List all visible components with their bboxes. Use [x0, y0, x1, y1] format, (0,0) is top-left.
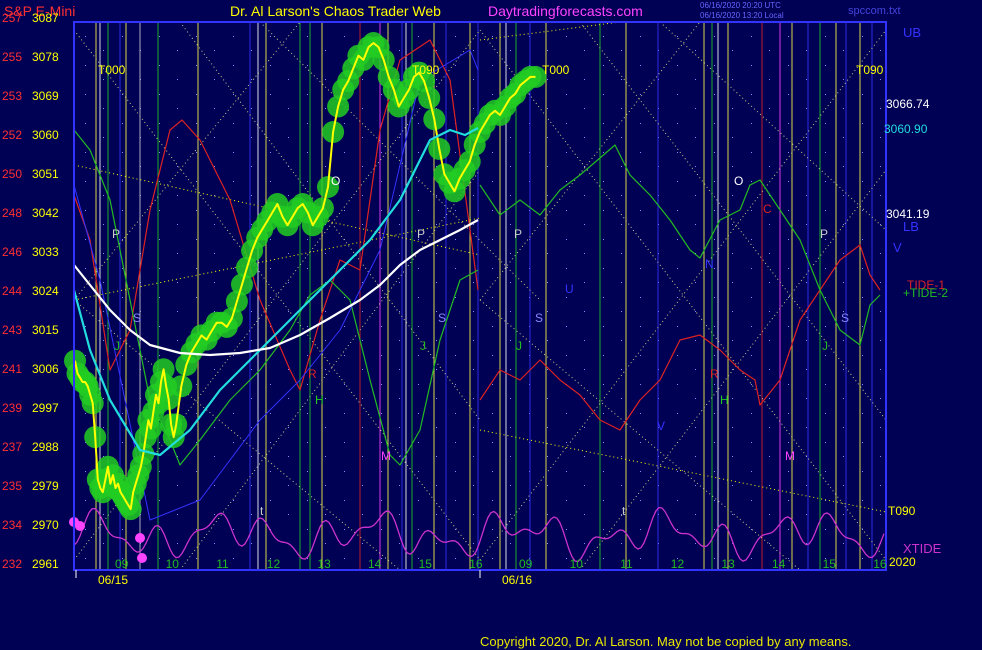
left-axis-secondary-tick: 248 — [2, 206, 22, 220]
v-label: V — [893, 240, 902, 255]
left-axis-price-tick: 3060 — [32, 128, 59, 142]
s-label-1: S — [133, 311, 141, 325]
hour-tick: 12 — [671, 557, 685, 571]
level-3060: 3060.90 — [884, 122, 928, 136]
left-axis-secondary-tick: 244 — [2, 284, 22, 298]
v-label-mid: V — [657, 419, 665, 433]
timestamp-local: 06/16/2020 13:20 Local — [700, 11, 784, 20]
year-label: 2020 — [889, 555, 916, 569]
left-axis-secondary-tick: 252 — [2, 128, 22, 142]
left-axis-secondary-tick: 237 — [2, 440, 22, 454]
left-axis-price-tick: 3006 — [32, 362, 59, 376]
left-axis-price-tick: 3042 — [32, 206, 59, 220]
hour-tick: 16 — [469, 557, 483, 571]
p-label-3: P — [514, 227, 522, 241]
left-axis-secondary-tick: 235 — [2, 479, 22, 493]
hour-tick: 12 — [267, 557, 281, 571]
marker-dot — [135, 533, 145, 543]
j-label-3: J — [516, 339, 522, 353]
t090-label: T090 — [888, 504, 916, 518]
left-axis-price-tick: 2979 — [32, 479, 59, 493]
left-axis-secondary-tick: 241 — [2, 362, 22, 376]
u-label: U — [565, 282, 574, 296]
date-label-1: 06/15 — [98, 573, 128, 587]
hour-tick: 09 — [519, 557, 533, 571]
t090-label-1: T090 — [412, 63, 440, 77]
timestamp-utc: 06/16/2020 20:20 UTC — [700, 1, 781, 10]
r-label-2: R — [710, 367, 719, 381]
h-label-1: H — [315, 393, 324, 407]
left-axis: 257 3087 255 3078 253 3069 252 3060 250 3051 248 30… — [2, 11, 59, 571]
hour-tick: 10 — [570, 557, 584, 571]
hour-tick: 16 — [873, 557, 887, 571]
hour-tick: 15 — [823, 557, 837, 571]
left-axis-secondary-tick: 239 — [2, 401, 22, 415]
left-axis-price-tick: 3024 — [32, 284, 59, 298]
s-label-3: S — [535, 311, 543, 325]
marker-dot — [137, 553, 147, 563]
o-label-2: O — [734, 174, 743, 188]
hour-tick: 15 — [419, 557, 433, 571]
date-label-2: 06/16 — [502, 573, 532, 587]
left-axis-secondary-tick: 246 — [2, 245, 22, 259]
hour-tick: 13 — [721, 557, 735, 571]
p-label-2: P — [417, 227, 425, 241]
left-axis-price-tick: 3069 — [32, 89, 59, 103]
h-label-2: H — [720, 393, 729, 407]
left-axis-price-tick: 3087 — [32, 11, 59, 25]
left-axis-price-tick: 2988 — [32, 440, 59, 454]
left-axis-price-tick: 2961 — [32, 557, 59, 571]
p-label-4: P — [820, 227, 828, 241]
hour-tick: 11 — [216, 557, 229, 571]
copyright-notice: Copyright 2020, Dr. Al Larson. May not b… — [480, 634, 852, 649]
t000-label-1: T000 — [98, 63, 126, 77]
left-axis-secondary-tick: 232 — [2, 557, 22, 571]
j-label-2: J — [420, 339, 426, 353]
data-file: spccom.txt — [848, 5, 901, 17]
xtide-label: XTIDE — [903, 541, 942, 556]
m-label-2: M — [785, 449, 795, 463]
t000-label-2: T000 — [542, 63, 570, 77]
j-label-4: J — [822, 339, 828, 353]
star-dots — [74, 22, 886, 570]
j-label-1: J — [114, 339, 120, 353]
left-axis-secondary-tick: 255 — [2, 50, 22, 64]
marker-dot — [75, 521, 85, 531]
p-label-1: P — [112, 227, 120, 241]
left-axis-secondary-tick: 253 — [2, 89, 22, 103]
left-axis-price-tick: 3015 — [32, 323, 59, 337]
level-3066: 3066.74 — [886, 97, 930, 111]
s-label-2: S — [438, 311, 446, 325]
chart-title: Dr. Al Larson's Chaos Trader Web — [230, 3, 441, 19]
lb-label: LB — [903, 219, 919, 234]
left-axis-price-tick: 3051 — [32, 167, 59, 181]
site-name: Daytradingforecasts.com — [488, 3, 643, 19]
left-axis-price-tick: 3078 — [32, 50, 59, 64]
tide2-label: +TIDE-2 — [903, 286, 948, 300]
chart-canvas: S&P E-Mini Dr. Al Larson's Chaos Trader … — [2, 1, 948, 587]
t090-label-2: T090 — [856, 63, 884, 77]
s-label-4: S — [841, 311, 849, 325]
left-axis-price-tick: 2997 — [32, 401, 59, 415]
left-axis-price-tick: 2970 — [32, 518, 59, 532]
m-label-1: M — [381, 449, 391, 463]
left-axis-secondary-tick: 243 — [2, 323, 22, 337]
n-label: N — [705, 257, 714, 271]
c-label: C — [763, 202, 772, 216]
hour-tick: 14 — [772, 557, 786, 571]
left-axis-price-tick: 3033 — [32, 245, 59, 259]
hour-tick: 09 — [115, 557, 129, 571]
hour-tick: 10 — [166, 557, 180, 571]
hour-tick: 13 — [317, 557, 331, 571]
o-label-1: O — [331, 174, 340, 188]
left-axis-secondary-tick: 257 — [2, 11, 22, 25]
hour-tick: 11 — [620, 557, 633, 571]
ub-label: UB — [903, 25, 921, 40]
left-axis-secondary-tick: 250 — [2, 167, 22, 181]
hour-tick: 14 — [368, 557, 382, 571]
left-axis-secondary-tick: 234 — [2, 518, 22, 532]
r-label-1: R — [308, 367, 317, 381]
